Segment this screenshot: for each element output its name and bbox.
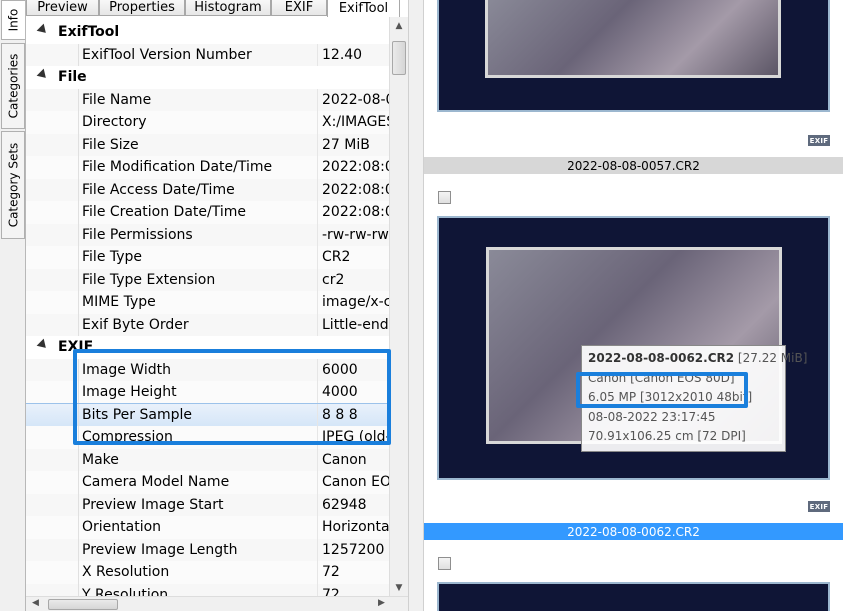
tree-row[interactable]: Orientation Horizontal [26,516,389,539]
thumbnail-grid: EXIF 2022-08-08-0057.CR2 EXIF 2022-08-08… [424,0,843,611]
tree-vertical-scrollbar[interactable]: ▲ ▼ [389,17,408,596]
side-tab-categories[interactable]: Categories [1,43,25,129]
scroll-down-icon[interactable]: ▼ [390,579,408,596]
highlight-box [576,372,748,408]
tree-row[interactable]: Preview Image Length 1257200 [26,538,389,561]
scroll-left-icon[interactable]: ◀ [32,598,39,608]
tree-row[interactable]: X Resolution 72 [26,561,389,584]
thumbnail-image[interactable] [485,0,781,78]
tree-row[interactable]: Directory X:/IMAGES [26,111,389,134]
tree-row[interactable]: File Type CR2 [26,246,389,269]
tree-row[interactable]: File Type Extension cr2 [26,268,389,291]
collapse-arrow-icon[interactable] [36,23,50,37]
tree-row[interactable]: Exif Byte Order Little-endi [26,313,389,336]
side-tab-bar: Info Categories Category Sets [0,0,26,611]
group-exiftool[interactable]: ExifTool [26,21,389,44]
highlight-box [73,349,391,445]
exiftool-tree: ExifTool ExifTool Version Number 12.40 F… [26,17,389,596]
thumbnail-caption[interactable]: 2022-08-08-0057.CR2 [424,157,843,174]
tab-exiftool[interactable]: ExifTool [327,0,400,17]
tree-row[interactable]: File Permissions -rw-rw-rw [26,223,389,246]
tree-row[interactable]: File Name 2022-08-0 [26,88,389,111]
tree-row[interactable]: File Access Date/Time2022:08:09 [26,178,389,201]
scroll-right-icon[interactable]: ▶ [378,598,385,608]
tree-row[interactable]: File Modification Date/Time2022:08:08 [26,156,389,179]
tree-row[interactable]: Y Resolution 72 [26,583,389,596]
collapse-arrow-icon[interactable] [36,338,50,352]
tree-row[interactable]: Make Canon [26,448,389,471]
thumbnail-frame[interactable] [437,582,830,611]
scrollbar-thumb[interactable] [392,41,406,75]
scroll-up-icon[interactable]: ▲ [390,17,408,34]
tab-preview[interactable]: Preview [26,0,99,16]
group-file[interactable]: File [26,66,389,89]
info-tab-bar: Preview Properties Histogram EXIF ExifTo… [26,0,400,17]
tree-row[interactable]: Preview Image Start 62948 [26,493,389,516]
thumbnail-frame[interactable] [437,0,830,112]
tree-row[interactable]: ExifTool Version Number 12.40 [26,43,389,66]
tree-row[interactable]: File Size 27 MiB [26,133,389,156]
tree-row[interactable]: File Creation Date/Time2022:08:08 [26,201,389,224]
exif-badge-icon: EXIF [808,135,830,146]
tree-row[interactable]: MIME Type image/x-c [26,291,389,314]
tab-histogram[interactable]: Histogram [185,0,271,16]
thumbnail-caption-selected[interactable]: 2022-08-08-0062.CR2 [424,523,843,540]
exif-badge-icon: EXIF [808,501,830,512]
tree-row[interactable]: Camera Model Name Canon EO [26,471,389,494]
side-tab-category-sets[interactable]: Category Sets [1,131,25,239]
tab-exif[interactable]: EXIF [271,0,327,16]
thumbnail-checkbox[interactable] [438,191,451,204]
tab-properties[interactable]: Properties [99,0,185,16]
side-tab-info[interactable]: Info [1,0,25,40]
collapse-arrow-icon[interactable] [36,68,50,82]
thumbnail-checkbox[interactable] [438,557,451,570]
tree-horizontal-scrollbar[interactable]: ◀ ▶ [26,596,408,611]
panel-splitter[interactable] [408,0,424,611]
scrollbar-thumb[interactable] [48,599,118,610]
